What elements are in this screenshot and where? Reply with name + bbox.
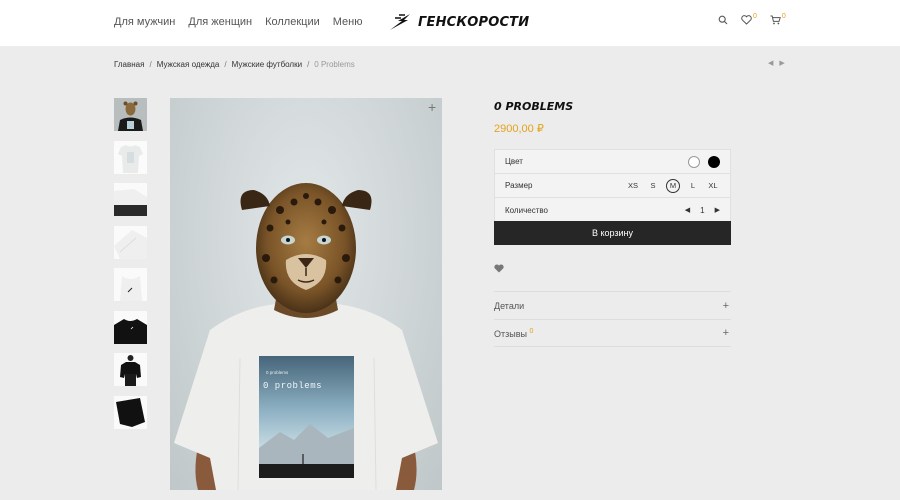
breadcrumb-separator: /: [224, 60, 227, 69]
logo-text: ГЕНСКОРОСТИ: [418, 14, 530, 30]
nav-men[interactable]: Для мужчин: [114, 16, 175, 28]
nav-menu[interactable]: Меню: [333, 16, 363, 28]
details-accordion[interactable]: Детали +: [494, 291, 731, 319]
header-icons: 0 0: [718, 12, 786, 25]
thumb-image: [114, 140, 147, 174]
heart-icon: [494, 264, 504, 273]
print-caption-small: 0 problems: [266, 370, 289, 375]
expand-plus-icon: +: [722, 327, 729, 339]
print-caption-large: 0 problems: [263, 381, 322, 391]
size-l[interactable]: L: [686, 179, 700, 193]
quantity-label: Количество: [505, 205, 548, 215]
main-nav: Для мужчин Для женщин Коллекции Меню: [114, 16, 362, 28]
breadcrumb-separator: /: [149, 60, 152, 69]
thumbnail-black-model[interactable]: [114, 353, 147, 386]
model-jaguar-illustration: 0 problems 0 problems: [174, 183, 438, 490]
color-swatch-white[interactable]: [688, 155, 700, 168]
nav-collections[interactable]: Коллекции: [265, 16, 320, 28]
thumbnail-strip: [114, 98, 147, 438]
next-product-icon[interactable]: ▶: [779, 59, 784, 67]
reviews-accordion[interactable]: Отзывы 0 +: [494, 319, 731, 347]
color-label: Цвет: [505, 157, 523, 166]
size-xs[interactable]: XS: [626, 179, 640, 193]
size-selector: XS S M L XL: [626, 178, 720, 193]
reviews-label: Отзывы: [494, 328, 527, 339]
size-xl[interactable]: XL: [706, 179, 720, 193]
breadcrumb-current: 0 Problems: [314, 60, 355, 69]
zoom-plus-icon[interactable]: +: [428, 99, 436, 115]
color-swatch-black[interactable]: [708, 155, 720, 168]
thumbnail-jaguar-front[interactable]: [114, 98, 147, 131]
product-title: 0 PROBLEMS: [494, 100, 574, 113]
expand-plus-icon: +: [722, 299, 729, 312]
breadcrumb: Главная / Мужская одежда / Мужские футбо…: [114, 60, 355, 69]
breadcrumb-mens-tshirts[interactable]: Мужские футболки: [232, 60, 302, 69]
thumbnail-black-sleeve[interactable]: [114, 395, 147, 429]
cart-button[interactable]: 0: [770, 12, 786, 25]
product-options: Цвет Размер XS S M L XL Количество ◀ 1 ▶: [494, 149, 731, 223]
thumbnail-fold[interactable]: [114, 225, 147, 259]
size-m[interactable]: M: [666, 178, 680, 193]
thumb-image: [114, 395, 147, 429]
breadcrumb-home[interactable]: Главная: [114, 60, 144, 69]
thumb-image: [114, 353, 147, 386]
wishlist-count: 0: [753, 12, 757, 20]
quantity-decrease-icon[interactable]: ◀: [685, 206, 690, 214]
product-price: 2900,00 ₽: [494, 123, 544, 135]
quantity-stepper: ◀ 1 ▶: [685, 206, 720, 215]
prev-product-icon[interactable]: ◀: [768, 59, 773, 67]
quantity-increase-icon[interactable]: ▶: [715, 206, 720, 214]
reviews-count: 0: [529, 327, 534, 335]
site-logo[interactable]: ГЕНСКОРОСТИ: [388, 12, 529, 32]
quantity-option-row: Количество ◀ 1 ▶: [495, 198, 730, 222]
thumbnail-detail[interactable]: [114, 268, 147, 301]
color-swatches: [688, 155, 720, 168]
main-product-image[interactable]: 0 problems 0 problems: [170, 98, 442, 490]
thumbnail-black-front[interactable]: [114, 310, 147, 344]
search-icon: [718, 15, 728, 25]
color-option-row: Цвет: [495, 150, 730, 174]
size-label: Размер: [505, 181, 533, 190]
thumb-image: [114, 183, 147, 216]
breadcrumb-mens-clothing[interactable]: Мужская одежда: [157, 60, 220, 69]
reviews-label-wrap: Отзывы 0: [494, 328, 533, 339]
thumbnail-sleeve[interactable]: [114, 183, 147, 216]
thumb-image: [114, 268, 147, 301]
thumbnail-back[interactable]: [114, 140, 147, 174]
wishlist-button[interactable]: 0: [741, 12, 757, 25]
size-option-row: Размер XS S M L XL: [495, 174, 730, 198]
size-s[interactable]: S: [646, 179, 660, 193]
quantity-value[interactable]: 1: [700, 206, 704, 215]
thumb-image: [114, 225, 147, 259]
add-to-cart-button[interactable]: В корзину: [494, 221, 731, 245]
heart-outline-icon: [741, 15, 752, 25]
cart-icon: [770, 15, 781, 25]
thumb-image: [114, 310, 147, 344]
details-label: Детали: [494, 300, 525, 311]
product-pager: ◀ ▶: [768, 59, 785, 67]
site-header: Для мужчин Для женщин Коллекции Меню ГЕН…: [0, 0, 900, 46]
thumb-image: [114, 98, 147, 131]
breadcrumb-separator: /: [307, 60, 310, 69]
nav-women[interactable]: Для женщин: [188, 16, 252, 28]
logo-bolt-icon: [390, 14, 410, 30]
cart-count: 0: [781, 12, 786, 20]
add-to-wishlist-button[interactable]: [494, 260, 504, 278]
search-button[interactable]: [718, 15, 728, 25]
